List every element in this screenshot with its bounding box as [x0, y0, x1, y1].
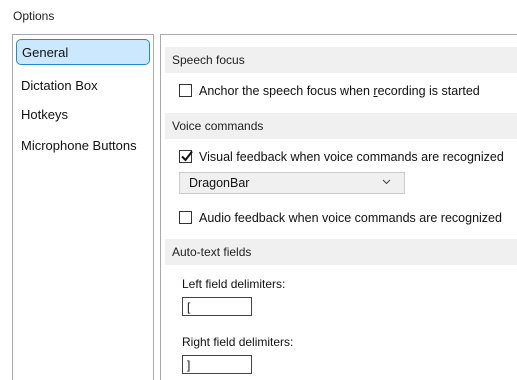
left-delimiter-label: Left field delimiters: — [182, 277, 286, 291]
left-delimiter-input[interactable] — [182, 297, 252, 316]
checkbox-box[interactable] — [179, 84, 192, 97]
audio-feedback-label: Audio feedback when voice commands are r… — [199, 211, 502, 225]
dropdown-selected-value: DragonBar — [189, 176, 250, 190]
chevron-down-icon — [382, 179, 391, 185]
checkbox-box[interactable] — [179, 150, 193, 163]
window-title: Options — [13, 9, 55, 23]
section-header-voice-commands: Voice commands — [165, 113, 517, 139]
options-content-panel: Speech focus Anchor the speech focus whe… — [160, 34, 517, 380]
anchor-label-post: ecording is started — [377, 84, 480, 98]
anchor-label-pre: Anchor the speech focus when — [199, 84, 374, 98]
right-delimiter-input[interactable] — [182, 355, 252, 374]
right-delimiter-label: Right field delimiters: — [182, 335, 294, 349]
anchor-speech-focus-label: Anchor the speech focus when recording i… — [199, 82, 480, 100]
sidebar-item-general[interactable]: General — [16, 39, 150, 65]
options-category-list: General Dictation Box Hotkeys Microphone… — [12, 34, 154, 380]
check-icon — [181, 150, 193, 162]
visual-feedback-label: Visual feedback when voice commands are … — [199, 150, 504, 164]
checkbox-box[interactable] — [179, 211, 192, 224]
section-header-auto-text: Auto-text fields — [165, 239, 517, 265]
feedback-target-dropdown[interactable]: DragonBar — [179, 172, 405, 194]
section-header-speech-focus: Speech focus — [165, 47, 517, 73]
sidebar-item-hotkeys[interactable]: Hotkeys — [16, 102, 150, 128]
sidebar-item-dictation-box[interactable]: Dictation Box — [16, 73, 150, 99]
sidebar-item-microphone-buttons[interactable]: Microphone Buttons — [16, 133, 150, 159]
